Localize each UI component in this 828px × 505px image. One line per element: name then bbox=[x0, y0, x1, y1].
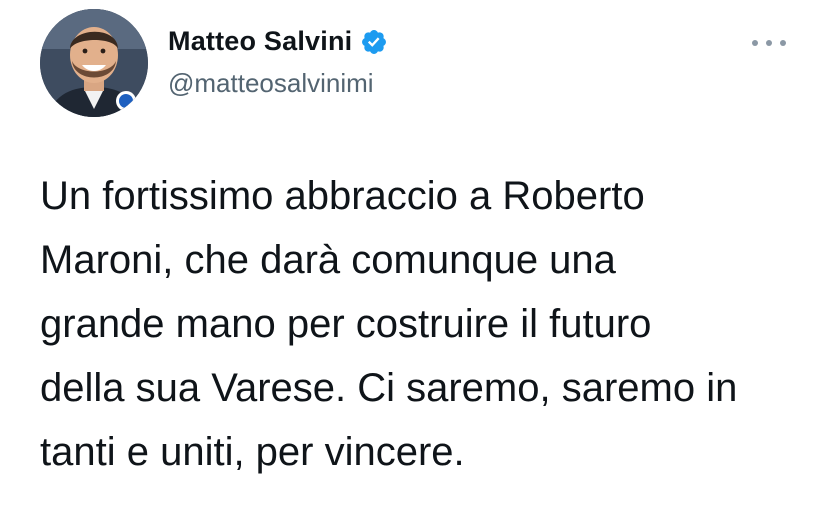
author-handle[interactable]: @matteosalvinimi bbox=[168, 68, 374, 99]
more-horizontal-icon[interactable] bbox=[752, 36, 786, 50]
verified-badge-icon bbox=[360, 28, 388, 56]
author-display-name[interactable]: Matteo Salvini bbox=[168, 26, 352, 57]
more-dot bbox=[766, 40, 772, 46]
author-name-row: Matteo Salvini bbox=[168, 26, 388, 57]
avatar-photo-icon bbox=[40, 9, 148, 117]
tweet-text: Un fortissimo abbraccio a Roberto Maroni… bbox=[40, 174, 738, 474]
tweet-card: Matteo Salvini @matteosalvinimi Un forti… bbox=[0, 0, 828, 505]
more-dot bbox=[780, 40, 786, 46]
more-dot bbox=[752, 40, 758, 46]
author-avatar[interactable] bbox=[40, 9, 148, 117]
